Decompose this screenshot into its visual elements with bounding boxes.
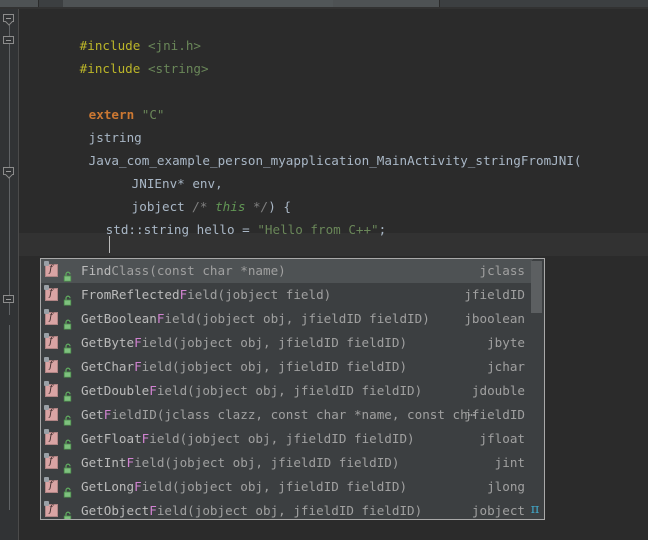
completion-item-signature: GetDoubleField(jobject obj, jfieldID fie… [81,383,423,398]
code-line-5: jstring [28,103,142,145]
completion-item-signature: GetCharField(jobject obj, jfieldID field… [81,359,408,374]
token-c-linkage: "C" [141,107,165,122]
completion-item-signature: FromReflectedField(jobject field) [81,287,332,302]
completion-item[interactable]: f GetBooleanField(jobject obj, jfieldID f… [41,307,533,331]
code-line-1: #include <jni.h> [19,11,201,53]
completion-item-signature: GetLongField(jobject obj, jfieldID field… [81,479,408,494]
completion-item-return-type: jclass [479,263,526,278]
code-line-2: #include <string> [19,34,209,76]
method-icon: f [44,261,58,277]
completion-item[interactable]: f GetIntField(jobject obj, jfieldID field… [41,451,533,475]
method-icon: f [44,357,58,373]
code-editor[interactable]: #include <jni.h> #include <string> exter… [0,9,648,540]
code-fold-rail-top [9,15,10,315]
completion-item-signature: GetFloatField(jobject obj, jfieldID fiel… [81,431,415,446]
completion-item-signature: GetIntField(jobject obj, jfieldID fieldI… [81,455,400,470]
editor-tab-bar [0,0,648,9]
public-unlock-icon [63,481,74,498]
completion-item-return-type: jboolean [464,311,525,326]
completion-item-signature: FindClass(const char *name) [81,263,286,278]
public-unlock-icon [63,385,74,402]
method-icon: f [44,501,58,517]
code-completion-popup[interactable]: f FindClass(const char *name) jclass f FromR… [40,258,545,520]
completion-item[interactable]: f GetLongField(jobject obj, jfieldID fiel… [41,475,533,499]
code-line-8: jobject /* this */) { [71,172,291,214]
completion-item-icons: f [44,451,79,475]
public-unlock-icon [63,337,74,354]
public-unlock-icon [63,289,74,306]
fold-marker-icon-include-2[interactable] [3,36,16,49]
text-caret [109,236,110,253]
completion-item-signature: GetBooleanField(jobject obj, jfieldID fi… [81,311,430,326]
completion-item-icons: f [44,259,79,283]
completion-item-icons: f [44,499,79,519]
public-unlock-icon [63,361,74,378]
public-unlock-icon [63,313,74,330]
completion-item[interactable]: f GetDoubleField(jobject obj, jfieldID fi… [41,379,533,403]
method-icon: f [44,477,58,493]
completion-item[interactable]: f FromReflectedField(jobject field) jfield… [41,283,533,307]
completion-item[interactable]: f GetFieldID(jclass clazz, const char *na… [41,403,533,427]
completion-item-icons: f [44,283,79,307]
token-include-2: #include [79,61,141,76]
completion-item-icons: f [44,331,79,355]
method-icon: f [44,429,58,445]
method-icon: f [44,453,58,469]
completion-item-return-type: jchar [487,359,525,374]
completion-item-return-type: jobject [471,503,525,518]
completion-item-icons: f [44,307,79,331]
completion-item-return-type: jfieldID [464,287,525,302]
method-icon: f [44,381,58,397]
completion-item-icons: f [44,403,79,427]
public-unlock-icon [63,433,74,450]
completion-item-signature: GetFieldID(jclass clazz, const char *nam… [81,407,476,422]
method-icon: f [44,405,58,421]
public-unlock-icon [63,505,74,519]
public-unlock-icon [63,457,74,474]
fold-marker-icon-function[interactable] [3,167,16,180]
completion-item[interactable]: f GetFloatField(jobject obj, jfieldID fie… [41,427,533,451]
token-space-2 [140,61,148,76]
completion-item-icons: f [44,427,79,451]
code-line-4: extern "C" [28,80,165,122]
completion-item[interactable]: f GetCharField(jobject obj, jfieldID fiel… [41,355,533,379]
completion-item-return-type: jlong [487,479,525,494]
completion-item-return-type: jint [494,455,525,470]
completion-item-return-type: jbyte [487,335,525,350]
pi-badge-icon[interactable]: π [528,502,542,518]
completion-item-signature: GetObjectField(jobject obj, jfieldID fie… [81,503,423,518]
error-squiggle-icon [78,252,86,255]
token-hello-literal: "Hello from C++" [257,222,379,237]
method-icon: f [44,285,58,301]
code-line-11: env->Fi [45,233,159,275]
token-string-header: <string> [147,61,209,76]
android-studio-editor-window: #include <jni.h> #include <string> exter… [0,0,648,540]
completion-scrollbar[interactable] [531,260,543,519]
completion-item-signature: GetByteField(jobject obj, jfieldID field… [81,335,408,350]
completion-item-icons: f [44,379,79,403]
completion-item[interactable]: f FindClass(const char *name) jclass [41,259,533,283]
code-line-7: JNIEnv* env, [71,149,223,191]
code-line-6: Java_com_example_person_myapplication_Ma… [28,126,582,168]
completion-item-icons: f [44,355,79,379]
public-unlock-icon [63,409,74,426]
completion-list[interactable]: f FindClass(const char *name) jclass f FromR… [41,259,533,519]
completion-item-icons: f [44,475,79,499]
completion-item-return-type: jfieldID [464,407,525,422]
token-semicolon: ; [378,222,387,237]
code-line-9: std::string hello = "Hello from C++"; [45,195,387,237]
completion-item-return-type: jdouble [471,383,525,398]
completion-item-return-type: jfloat [479,431,526,446]
public-unlock-icon [63,265,74,282]
completion-item[interactable]: f GetByteField(jobject obj, jfieldID fiel… [41,331,533,355]
method-icon: f [44,333,58,349]
method-icon: f [44,309,58,325]
completion-scrollbar-thumb[interactable] [531,261,542,313]
fold-marker-icon-include-1[interactable] [3,14,16,27]
completion-item[interactable]: f GetObjectField(jobject obj, jfieldID fi… [41,499,533,519]
